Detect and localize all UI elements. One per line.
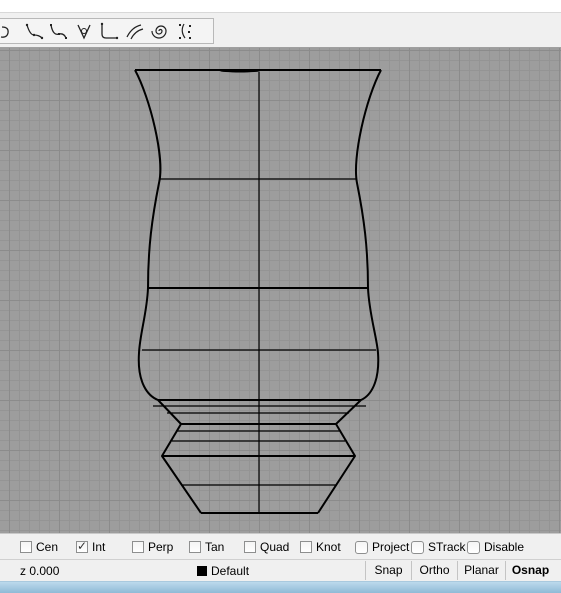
osnap-toolbar: Cen ✓ Int Perp Tan Quad Knot Project STra… [0,533,561,559]
curve-tools-group [0,18,214,44]
osnap-perp-checkbox[interactable] [132,541,144,553]
osnap-cen[interactable]: Cen [20,540,58,554]
sketch-curve-icon[interactable] [74,21,95,42]
vase-left-profile [134,69,202,514]
offset-curve-icon[interactable] [124,21,145,42]
osnap-tan[interactable]: Tan [189,540,224,554]
ortho-pane[interactable]: Ortho [411,561,457,580]
control-point-curve-icon[interactable] [48,21,69,42]
curve-toolbar [0,12,561,48]
osnap-strack-label: STrack [428,540,466,554]
osnap-int-checkbox[interactable]: ✓ [76,539,88,553]
osnap-int-label: Int [92,540,106,554]
current-layer[interactable]: Default [197,564,249,578]
vase-right-profile [317,69,382,514]
osnap-disable-checkbox[interactable] [467,540,480,554]
osnap-quad[interactable]: Quad [244,540,289,554]
osnap-tan-checkbox[interactable] [189,541,201,553]
taskbar-edge [0,581,561,593]
vase-drawing [134,69,382,514]
osnap-disable[interactable]: Disable [467,540,524,554]
osnap-int[interactable]: ✓ Int [76,539,106,554]
osnap-disable-label: Disable [484,540,525,554]
osnap-perp[interactable]: Perp [132,540,173,554]
osnap-cen-label: Cen [36,540,59,554]
osnap-pane[interactable]: Osnap [505,561,555,580]
osnap-knot-checkbox[interactable] [300,541,312,553]
osnap-project[interactable]: Project [355,540,409,554]
coordinate-readout: z 0.000 [20,564,60,578]
osnap-perp-label: Perp [148,540,174,554]
osnap-quad-label: Quad [260,540,290,554]
spiral-icon[interactable] [150,21,171,42]
arc-curve-icon[interactable] [0,21,21,42]
osnap-strack[interactable]: STrack [411,540,466,554]
osnap-quad-checkbox[interactable] [244,541,256,553]
snap-pane[interactable]: Snap [365,561,411,580]
osnap-knot-label: Knot [316,540,341,554]
osnap-knot[interactable]: Knot [300,540,341,554]
fillet-curve-icon[interactable] [98,21,119,42]
window-top-edge [0,0,561,12]
osnap-strack-checkbox[interactable] [411,540,424,554]
modeling-viewport[interactable] [0,48,561,533]
layer-color-swatch [197,566,207,576]
interpolate-curve-icon[interactable] [24,21,45,42]
status-bar: z 0.000 Default Snap Ortho Planar Osnap [0,559,561,581]
osnap-project-label: Project [372,540,410,554]
osnap-project-checkbox[interactable] [355,540,368,554]
check-icon: ✓ [77,539,88,553]
layer-name: Default [211,564,250,578]
osnap-tan-label: Tan [205,540,225,554]
curve-points-icon[interactable] [176,21,197,42]
osnap-cen-checkbox[interactable] [20,541,32,553]
planar-pane[interactable]: Planar [457,561,505,580]
vase-rim-highlight [220,69,260,73]
